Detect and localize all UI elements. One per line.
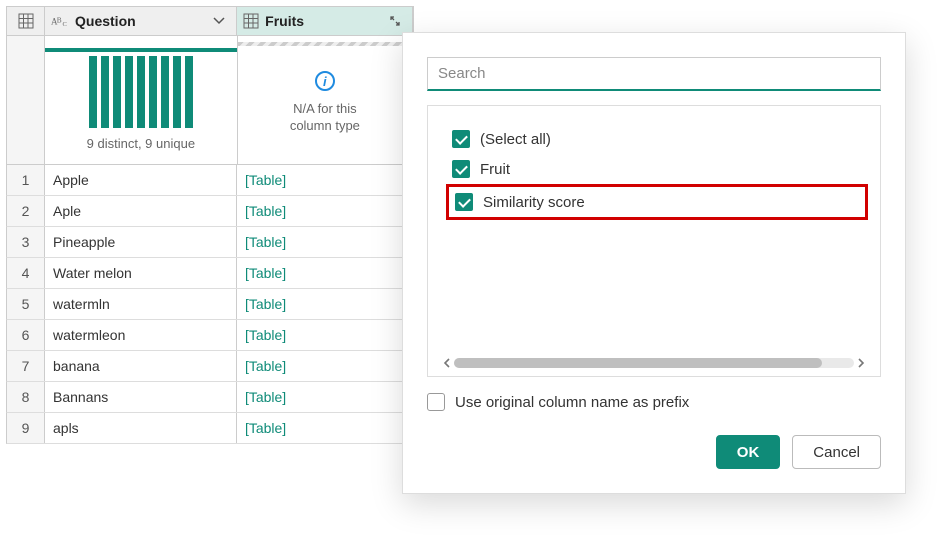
cell-question[interactable]: Bannans xyxy=(45,382,237,412)
svg-text:B: B xyxy=(57,16,62,25)
cell-fruits[interactable]: [Table] xyxy=(237,413,413,443)
checkbox-checked-icon[interactable] xyxy=(455,193,473,211)
cancel-button[interactable]: Cancel xyxy=(792,435,881,469)
table-row[interactable]: 4 Water melon [Table] xyxy=(6,258,414,289)
table-icon xyxy=(18,13,34,29)
row-number: 7 xyxy=(7,351,45,381)
svg-text:C: C xyxy=(62,21,66,28)
table-row[interactable]: 7 banana [Table] xyxy=(6,351,414,382)
chevron-down-icon xyxy=(213,15,225,27)
scroll-track[interactable] xyxy=(454,358,854,368)
prefix-label: Use original column name as prefix xyxy=(455,394,689,411)
row-number: 1 xyxy=(7,165,45,195)
option-label: (Select all) xyxy=(480,131,551,148)
cell-question[interactable]: Apple xyxy=(45,165,237,195)
data-rows: 1 Apple [Table] 2 Aple [Table] 3 Pineapp… xyxy=(6,165,414,444)
scroll-left-icon[interactable] xyxy=(440,356,454,370)
dialog-buttons: OK Cancel xyxy=(427,435,881,469)
option-similarity-score[interactable]: Similarity score xyxy=(446,184,868,220)
row-number: 5 xyxy=(7,289,45,319)
scroll-right-icon[interactable] xyxy=(854,356,868,370)
quality-bar xyxy=(45,48,237,52)
cell-fruits[interactable]: [Table] xyxy=(237,196,413,226)
distribution-text: 9 distinct, 9 unique xyxy=(87,136,195,151)
cell-question[interactable]: Aple xyxy=(45,196,237,226)
prefix-option[interactable]: Use original column name as prefix xyxy=(427,393,881,411)
ok-button[interactable]: OK xyxy=(716,435,781,469)
checkbox-checked-icon[interactable] xyxy=(452,160,470,178)
row-number-header[interactable] xyxy=(7,7,45,35)
column-header-label: Fruits xyxy=(265,13,304,29)
column-options-list: (Select all) Fruit Similarity score xyxy=(440,124,868,352)
table-row[interactable]: 6 watermleon [Table] xyxy=(6,320,414,351)
cell-question[interactable]: apls xyxy=(45,413,237,443)
column-profile-question: 9 distinct, 9 unique xyxy=(45,36,238,164)
row-number: 8 xyxy=(7,382,45,412)
data-grid: A B C Question xyxy=(6,6,414,444)
cell-fruits[interactable]: [Table] xyxy=(237,289,413,319)
cell-question[interactable]: watermleon xyxy=(45,320,237,350)
na-text-line2: column type xyxy=(290,118,360,135)
checkbox-unchecked-icon[interactable] xyxy=(427,393,445,411)
cell-fruits[interactable]: [Table] xyxy=(237,382,413,412)
column-expand-button-fruits[interactable] xyxy=(384,10,406,32)
column-profile-row: 9 distinct, 9 unique i N/A for this colu… xyxy=(6,36,414,165)
scroll-thumb[interactable] xyxy=(454,358,822,368)
distribution-bars xyxy=(89,56,193,128)
text-type-icon: A B C xyxy=(51,13,69,29)
row-number: 9 xyxy=(7,413,45,443)
cell-question[interactable]: watermln xyxy=(45,289,237,319)
column-header-question[interactable]: A B C Question xyxy=(45,7,237,35)
table-row[interactable]: 9 apls [Table] xyxy=(6,413,414,444)
search-input[interactable] xyxy=(427,57,881,91)
column-filter-button-question[interactable] xyxy=(208,10,230,32)
column-header-fruits[interactable]: Fruits xyxy=(237,7,413,35)
column-header-row: A B C Question xyxy=(6,6,414,36)
cell-question[interactable]: Pineapple xyxy=(45,227,237,257)
expand-columns-dialog: (Select all) Fruit Similarity score xyxy=(402,32,906,494)
table-row[interactable]: 5 watermln [Table] xyxy=(6,289,414,320)
column-profile-fruits: i N/A for this column type xyxy=(238,36,413,164)
info-icon: i xyxy=(315,71,335,91)
option-label: Fruit xyxy=(480,161,510,178)
cell-question[interactable]: Water melon xyxy=(45,258,237,288)
expand-icon xyxy=(388,14,402,28)
table-type-icon xyxy=(243,13,259,29)
row-number: 2 xyxy=(7,196,45,226)
cell-fruits[interactable]: [Table] xyxy=(237,165,413,195)
horizontal-scrollbar[interactable] xyxy=(440,356,868,370)
row-number: 6 xyxy=(7,320,45,350)
cell-fruits[interactable]: [Table] xyxy=(237,351,413,381)
table-row[interactable]: 8 Bannans [Table] xyxy=(6,382,414,413)
table-row[interactable]: 2 Aple [Table] xyxy=(6,196,414,227)
checkbox-checked-icon[interactable] xyxy=(452,130,470,148)
cell-question[interactable]: banana xyxy=(45,351,237,381)
row-number: 4 xyxy=(7,258,45,288)
option-select-all[interactable]: (Select all) xyxy=(446,124,868,154)
option-label: Similarity score xyxy=(483,194,585,211)
column-options-box: (Select all) Fruit Similarity score xyxy=(427,105,881,377)
table-row[interactable]: 1 Apple [Table] xyxy=(6,165,414,196)
cell-fruits[interactable]: [Table] xyxy=(237,320,413,350)
table-row[interactable]: 3 Pineapple [Table] xyxy=(6,227,414,258)
cell-fruits[interactable]: [Table] xyxy=(237,258,413,288)
cell-fruits[interactable]: [Table] xyxy=(237,227,413,257)
na-text-line1: N/A for this xyxy=(293,101,357,118)
quality-bar-na xyxy=(238,42,412,46)
row-number-profile-cell xyxy=(7,36,45,164)
option-fruit[interactable]: Fruit xyxy=(446,154,868,184)
row-number: 3 xyxy=(7,227,45,257)
column-header-label: Question xyxy=(75,13,136,29)
